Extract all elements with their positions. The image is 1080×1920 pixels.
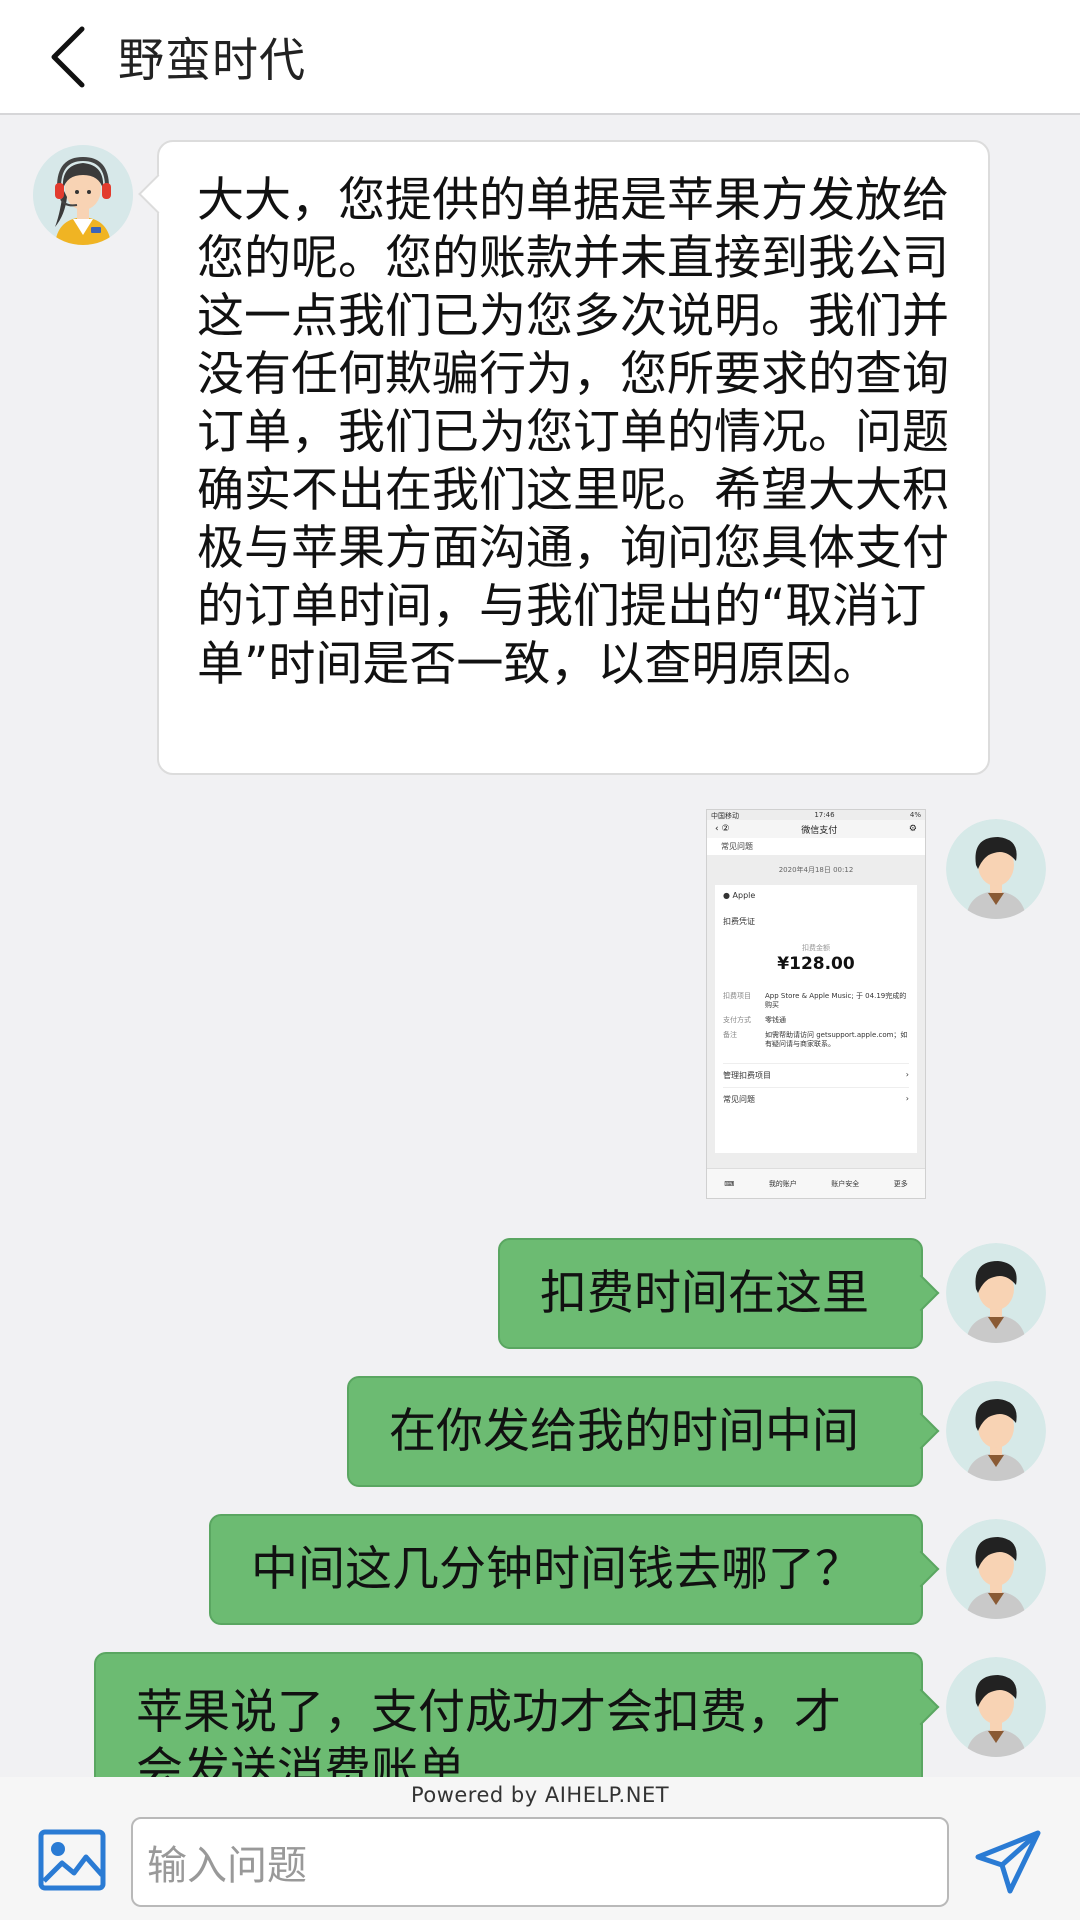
user-avatar [946,1381,1046,1481]
chevron-left-icon [51,26,85,87]
image-upload-button[interactable] [38,1829,106,1891]
payment-screenshot-image[interactable]: 中国移动 17:46 4% ‹ ② 微信支付 ⚙ 常见问题 2020年4月18日… [706,809,926,1199]
user-message: 苹果说了，支付成功才会扣费，才会发送消费账单 [94,1652,923,1777]
message-list[interactable]: 大大，您提供的单据是苹果方发放给您的呢。您的账款并未直接到我公司这一点我们已为您… [0,117,1080,1777]
user-message: 扣费时间在这里 [498,1238,923,1349]
user-avatar [946,819,1046,919]
input-bar: Powered by AIHELP.NET 输入问题 [0,1777,1080,1920]
screenshot-nav: ‹ ② 微信支付 ⚙ [707,820,925,838]
back-button[interactable] [18,0,118,114]
screenshot-gear-icon: ⚙ [908,824,917,834]
user-message: 在你发给我的时间中间 [347,1376,923,1487]
chat-screen: 野蛮时代 大大，您提供的单据是苹果方发放给您的呢。您的账款并未直接到我公司这一点… [0,0,1080,1920]
user-message: 中间这几分钟时间钱去哪了？ [209,1514,923,1625]
send-icon [975,1830,1041,1894]
screenshot-receipt-card: ● Apple 扣费凭证 扣费金额 ¥128.00 扣费项目 App Store… [715,885,917,1153]
image-icon [38,1829,106,1891]
powered-by-label: Powered by AIHELP.NET [410,1783,670,1807]
user-avatar [946,1243,1046,1343]
agent-message: 大大，您提供的单据是苹果方发放给您的呢。您的账款并未直接到我公司这一点我们已为您… [157,140,990,775]
screenshot-amount: ¥128.00 [777,954,855,974]
user-avatar [946,1657,1046,1757]
screenshot-back-icon: ‹ ② [715,824,730,834]
user-avatar [946,1519,1046,1619]
screenshot-keyboard-icon: ⌨ [724,1179,735,1188]
question-input[interactable]: 输入问题 [131,1817,949,1907]
apple-logo-icon: ● [723,891,730,900]
screenshot-status-bar: 中国移动 17:46 4% [711,811,921,820]
agent-avatar [33,145,133,245]
screenshot-tab-bar: ⌨ 我的账户 账户安全 更多 [707,1168,925,1198]
top-bar: 野蛮时代 [0,0,1080,115]
page-title: 野蛮时代 [118,32,306,87]
send-button[interactable] [972,1827,1044,1899]
